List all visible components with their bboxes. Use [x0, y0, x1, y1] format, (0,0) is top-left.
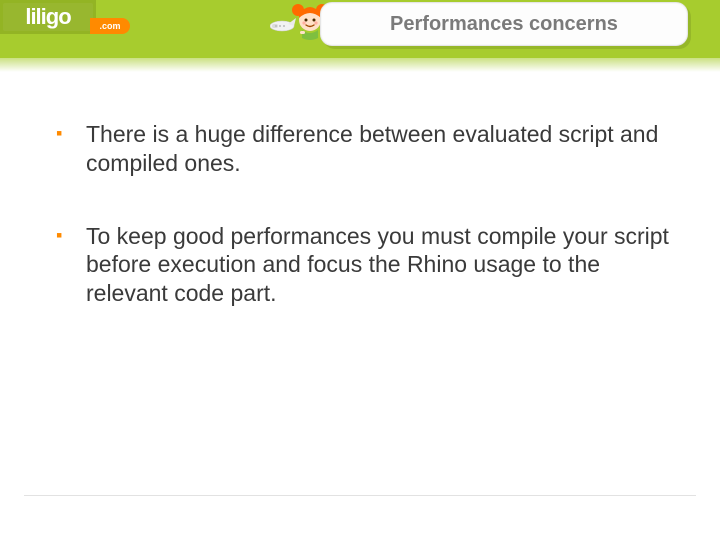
- brand-tld-badge: .com: [90, 18, 130, 34]
- header-fade: [0, 58, 720, 72]
- footer-divider: [24, 495, 696, 496]
- list-item: There is a huge difference between evalu…: [56, 120, 684, 178]
- brand-name: liligo: [25, 4, 70, 30]
- bullet-list: There is a huge difference between evalu…: [56, 120, 684, 308]
- mascot-icon: [270, 0, 326, 58]
- slide-title: Performances concerns: [390, 13, 618, 36]
- bullet-text: There is a huge difference between evalu…: [86, 121, 658, 176]
- list-item: To keep good performances you must compi…: [56, 222, 684, 308]
- brand-logo-box: liligo: [0, 0, 96, 34]
- header-bar: liligo .com: [0, 0, 720, 58]
- bullet-text: To keep good performances you must compi…: [86, 223, 669, 307]
- brand-tld: .com: [99, 21, 120, 31]
- slide: liligo .com: [0, 0, 720, 540]
- slide-title-pill: Performances concerns: [320, 2, 688, 46]
- slide-body: There is a huge difference between evalu…: [0, 120, 720, 352]
- brand-logo: liligo .com: [0, 0, 128, 40]
